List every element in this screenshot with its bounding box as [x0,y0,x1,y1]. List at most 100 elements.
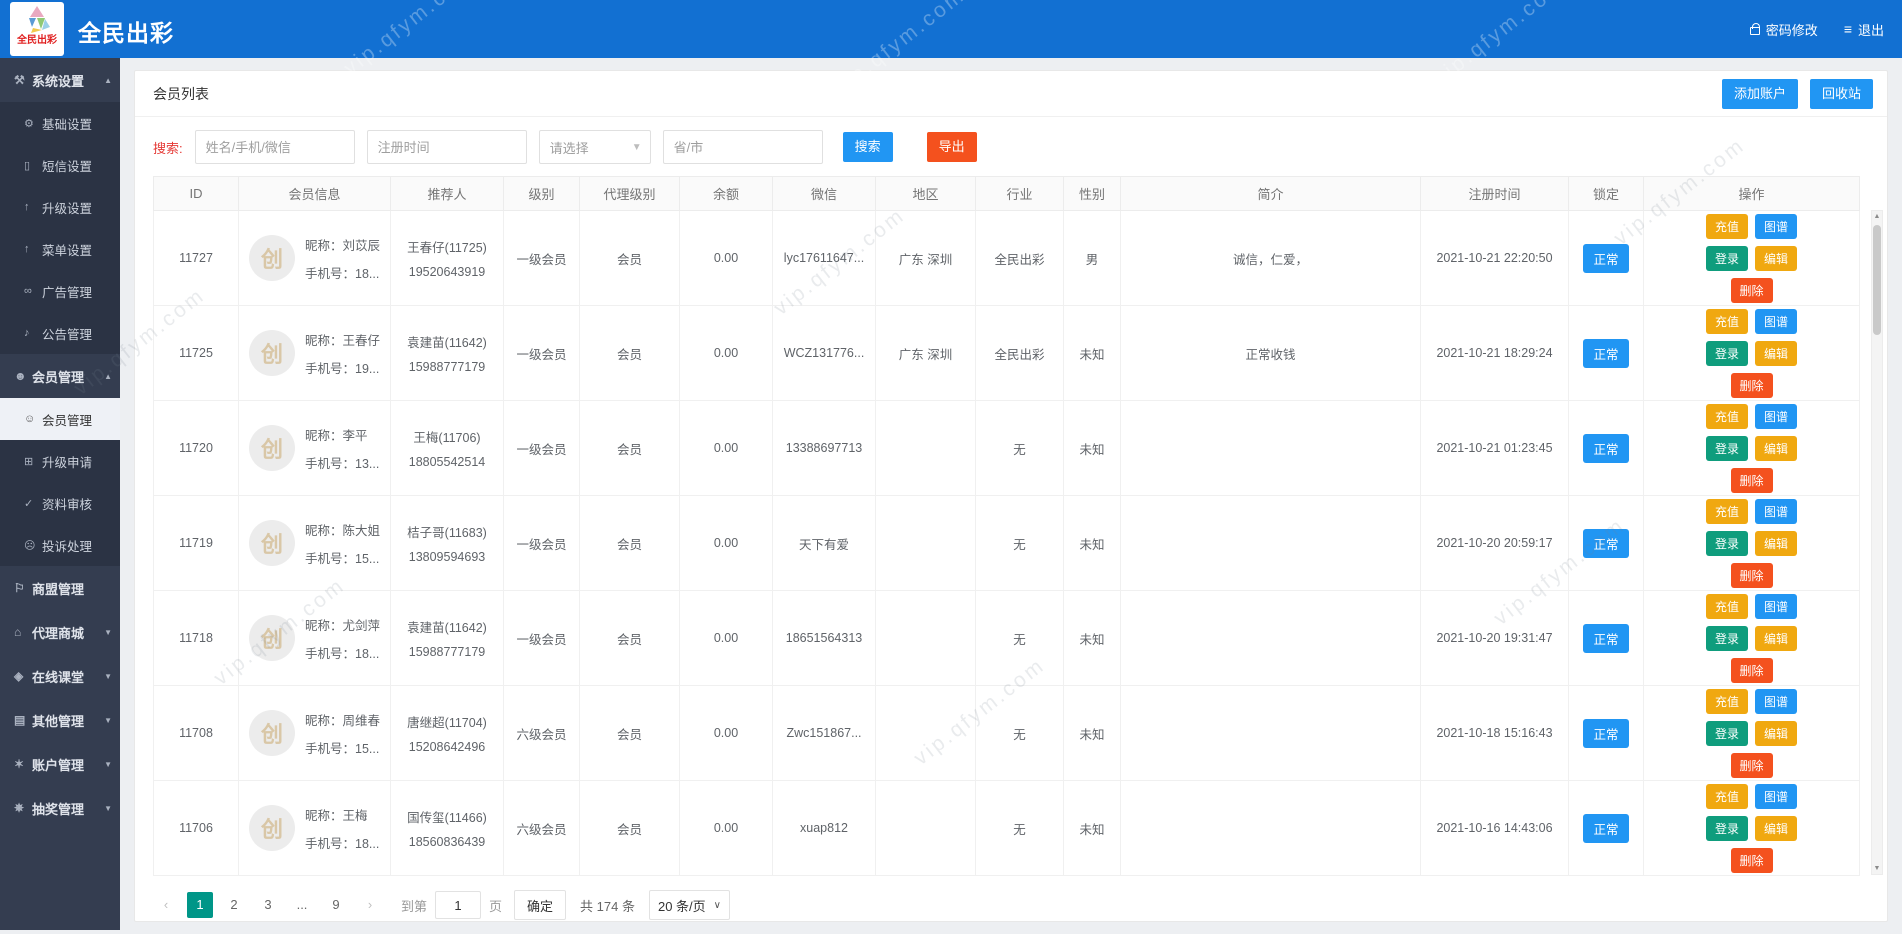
sidebar-item-member-management[interactable]: ☻会员管理▲ [0,354,120,398]
filter-select[interactable]: 请选择 ▼ [539,130,651,164]
recharge-button[interactable]: 充值 [1706,214,1748,239]
edit-button[interactable]: 编辑 [1755,721,1797,746]
sidebar-item-ad-management[interactable]: ∞广告管理 [0,270,120,312]
recharge-button[interactable]: 充值 [1706,689,1748,714]
graph-button[interactable]: 图谱 [1755,689,1797,714]
recharge-button[interactable]: 充值 [1706,499,1748,524]
page-number-1[interactable]: 1 [187,892,213,918]
change-password-link[interactable]: 密码修改 [1750,20,1818,39]
column-header: 推荐人 [391,177,504,211]
keyword-input[interactable] [195,130,355,164]
delete-button[interactable]: 删除 [1731,278,1773,303]
page-number-3[interactable]: 3 [255,892,281,918]
page-size-select[interactable]: 20 条/页 ∨ [649,890,730,920]
recharge-button[interactable]: 充值 [1706,784,1748,809]
edit-button[interactable]: 编辑 [1755,626,1797,651]
scroll-up-icon[interactable]: ▲ [1872,213,1882,220]
prev-page-button[interactable]: ‹ [153,892,179,918]
delete-button[interactable]: 删除 [1731,753,1773,778]
login-button[interactable]: 登录 [1706,436,1748,461]
delete-button[interactable]: 删除 [1731,563,1773,588]
chevron-up-icon: ▲ [104,76,112,85]
graph-button[interactable]: 图谱 [1755,214,1797,239]
page-word: 页 [489,896,502,915]
avatar: 创 [249,330,295,376]
logout-link[interactable]: ≡ 退出 [1844,20,1884,39]
region: 广东 深圳 [876,306,976,401]
sidebar-item-complaint-handle[interactable]: ☹投诉处理 [0,524,120,566]
sidebar-item-account-management[interactable]: ✶账户管理▼ [0,742,120,786]
sidebar-item-basic-settings[interactable]: ⚙基础设置 [0,102,120,144]
page-number-2[interactable]: 2 [221,892,247,918]
add-account-button[interactable]: 添加账户 [1722,79,1798,109]
graph-button[interactable]: 图谱 [1755,404,1797,429]
action-buttons: 充值图谱登录编辑删除 [1692,214,1812,303]
recharge-button[interactable]: 充值 [1706,594,1748,619]
sidebar-item-sms-settings[interactable]: ▯短信设置 [0,144,120,186]
login-button[interactable]: 登录 [1706,816,1748,841]
sidebar-item-label: 短信设置 [42,156,112,175]
table-row: 11727 创 昵称：刘苡辰 手机号：18... 王春仔(11725) 1952… [154,211,1860,306]
member-id: 11725 [154,306,239,401]
delete-button[interactable]: 删除 [1731,658,1773,683]
graph-button[interactable]: 图谱 [1755,499,1797,524]
delete-button[interactable]: 删除 [1731,468,1773,493]
graph-button[interactable]: 图谱 [1755,784,1797,809]
sidebar-item-member-list[interactable]: ☺会员管理 [0,398,120,440]
login-button[interactable]: 登录 [1706,626,1748,651]
sidebar-item-label: 资料审核 [42,494,112,513]
login-button[interactable]: 登录 [1706,531,1748,556]
member-id: 11719 [154,496,239,591]
table-row: 11706 创 昵称：王梅 手机号：18... 国传玺(11466) 18560… [154,781,1860,876]
member-id: 11708 [154,686,239,781]
wechat: 18651564313 [773,591,876,686]
edit-button[interactable]: 编辑 [1755,816,1797,841]
sidebar-item-notice-management[interactable]: ♪公告管理 [0,312,120,354]
sidebar-item-system-settings[interactable]: ⚒系统设置▲ [0,58,120,102]
status-badge: 正常 [1583,529,1628,558]
app-logo[interactable]: 全民出彩 [10,2,64,56]
sidebar-item-agent-mall[interactable]: ⌂代理商城▼ [0,610,120,654]
scrollbar-thumb[interactable] [1873,225,1881,335]
province-city-input[interactable] [663,130,823,164]
login-button[interactable]: 登录 [1706,246,1748,271]
sidebar-item-other-management[interactable]: ▤其他管理▼ [0,698,120,742]
confirm-page-button[interactable]: 确定 [514,890,566,920]
sidebar-item-label: 账户管理 [32,755,102,774]
graph-button[interactable]: 图谱 [1755,594,1797,619]
login-button[interactable]: 登录 [1706,341,1748,366]
goto-page-input[interactable] [435,891,481,919]
sidebar-item-upgrade-settings[interactable]: ↑升级设置 [0,186,120,228]
delete-button[interactable]: 删除 [1731,373,1773,398]
vertical-scrollbar[interactable]: ▲ ▼ [1871,210,1883,875]
export-button[interactable]: 导出 [927,132,977,162]
sidebar-item-data-audit[interactable]: ✓资料审核 [0,482,120,524]
sidebar-item-menu-settings[interactable]: ↑菜单设置 [0,228,120,270]
edit-button[interactable]: 编辑 [1755,246,1797,271]
page-size-value: 20 条/页 [658,896,706,915]
delete-button[interactable]: 删除 [1731,848,1773,873]
recharge-button[interactable]: 充值 [1706,404,1748,429]
change-password-label: 密码修改 [1766,20,1818,39]
edit-button[interactable]: 编辑 [1755,436,1797,461]
scroll-down-icon[interactable]: ▼ [1872,865,1882,872]
referrer-phone: 13809594693 [391,550,503,564]
sidebar-item-league-management[interactable]: ⚐商盟管理 [0,566,120,610]
recycle-bin-button[interactable]: 回收站 [1810,79,1873,109]
sidebar-item-upgrade-apply[interactable]: ⊞升级申请 [0,440,120,482]
sidebar-item-lottery-management[interactable]: ✵抽奖管理▼ [0,786,120,830]
recharge-button[interactable]: 充值 [1706,309,1748,334]
register-time-input[interactable] [367,130,527,164]
register-time: 2021-10-21 18:29:24 [1421,306,1569,401]
region [876,686,976,781]
sidebar-item-online-classroom[interactable]: ◈在线课堂▼ [0,654,120,698]
graph-button[interactable]: 图谱 [1755,309,1797,334]
search-button[interactable]: 搜索 [843,132,893,162]
page-number-9[interactable]: 9 [323,892,349,918]
edit-button[interactable]: 编辑 [1755,531,1797,556]
login-button[interactable]: 登录 [1706,721,1748,746]
edit-button[interactable]: 编辑 [1755,341,1797,366]
next-page-button[interactable]: › [357,892,383,918]
member-phone: 19... [355,362,379,376]
basic-settings-icon: ⚙ [24,117,42,130]
